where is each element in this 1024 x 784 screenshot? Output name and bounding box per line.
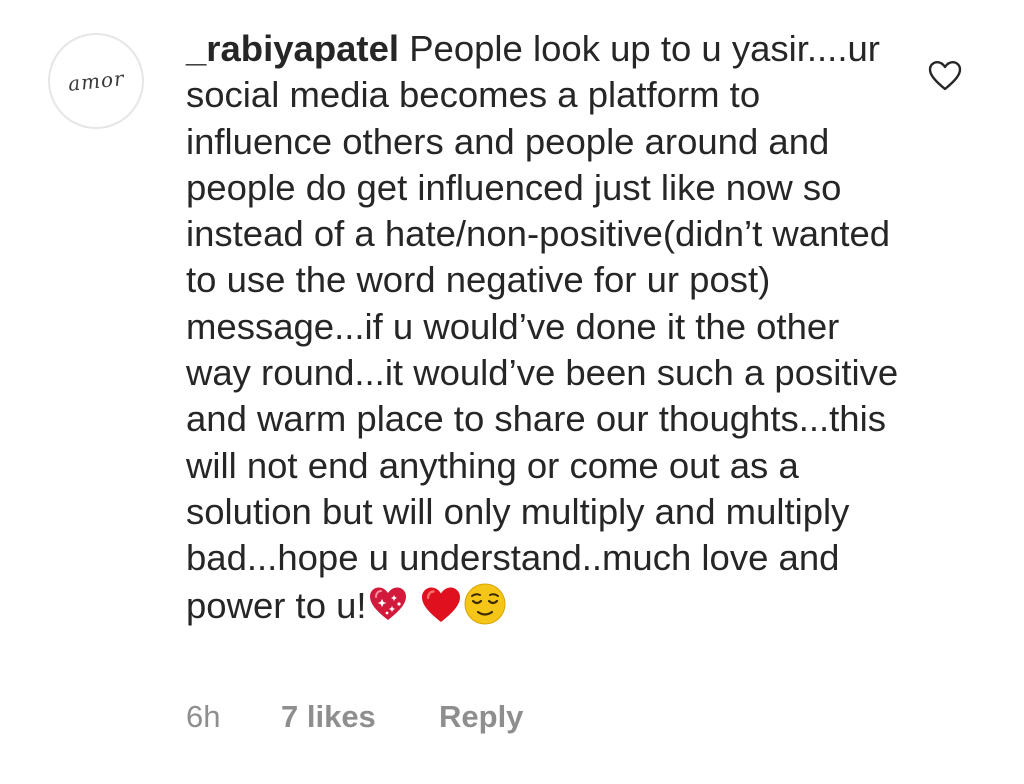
reply-button[interactable]: Reply (439, 697, 523, 737)
likes-count-button[interactable]: 7 likes (281, 697, 376, 737)
username-link[interactable]: _rabiyapatel (186, 28, 399, 69)
sparkling-heart-icon (369, 587, 406, 620)
relieved-face-icon (464, 583, 506, 625)
comment: amor _rabiyapatel People look up to u ya… (0, 0, 1024, 784)
timestamp: 6h (186, 699, 221, 734)
avatar-text: amor (66, 66, 126, 96)
red-heart-icon (421, 587, 460, 622)
avatar[interactable]: amor (48, 33, 144, 129)
comment-text: People look up to u yasir....ur social m… (186, 28, 899, 626)
comment-body: _rabiyapatel People look up to u yasir..… (186, 26, 906, 629)
heart-outline-icon[interactable] (928, 60, 962, 92)
